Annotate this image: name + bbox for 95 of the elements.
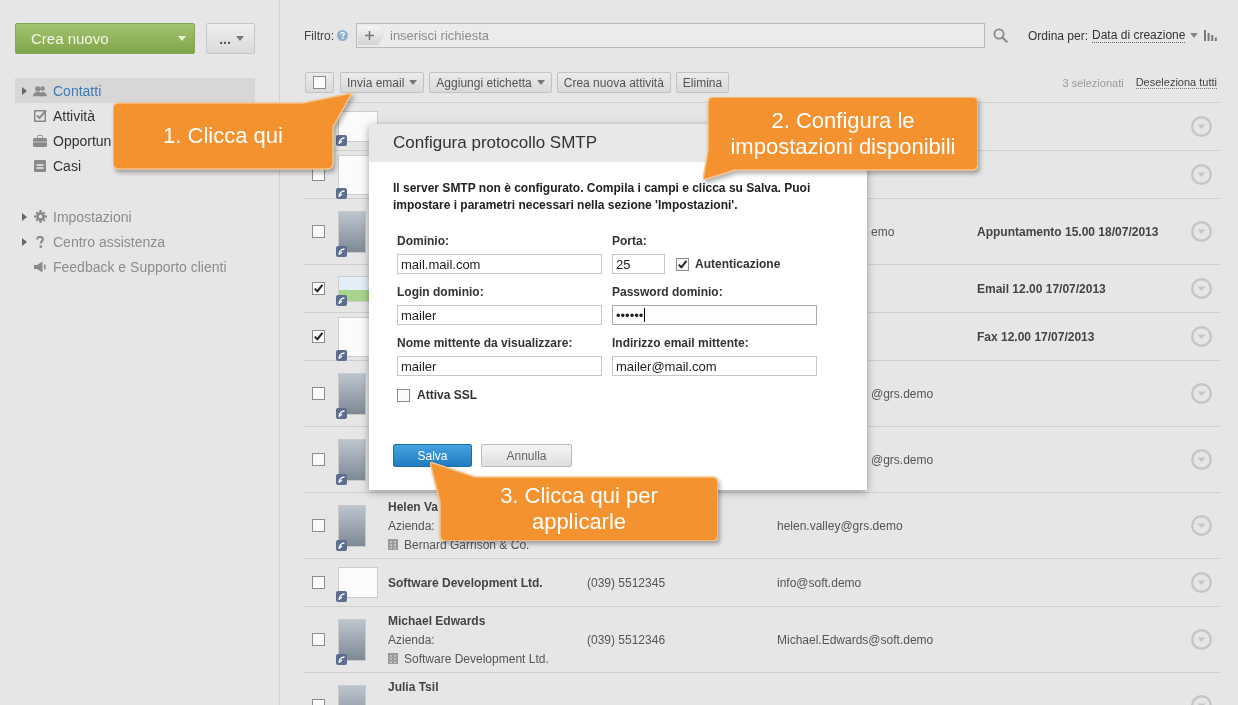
save-button[interactable]: Salva [393,444,472,467]
corner-badge-icon [336,539,347,551]
select-all-checkbox[interactable] [313,76,326,89]
domain-field[interactable]: mail.mail.com [397,254,602,274]
email-text: @grs.demo [871,452,934,467]
email-text: @grs.demo [871,386,934,401]
field-label: Login dominio: [397,285,484,299]
sender-email-field[interactable]: mailer@mail.com [612,356,817,376]
row-checkbox[interactable] [312,387,325,400]
dialog-message: Il server SMTP non è configurato. Compila i campi e clicca su Salva. Puoi impostare i parametri necessari nella sezione 'Impostazioni'. [393,180,812,214]
corner-badge-icon [336,349,347,361]
notepad-icon [34,159,46,172]
more-button[interactable]: ... [206,23,255,54]
new-activity-button[interactable]: Crea nuova attività [556,72,671,93]
help-icon[interactable] [337,30,348,41]
sort-label: Ordina per: [1028,28,1089,43]
email-text: helen.valley@grs.demo [777,518,903,533]
sender-name-field[interactable]: mailer [397,356,602,376]
caret-down-icon [178,36,186,41]
triangle-right-icon[interactable] [22,237,27,246]
row-checkbox[interactable] [312,225,325,238]
deselect-link[interactable]: Deseleziona tutti [1135,76,1217,89]
plus-icon [364,31,374,40]
contact-name[interactable]: Helen Va [388,499,439,514]
cancel-button[interactable]: Annulla [481,444,572,467]
row-checkbox[interactable] [312,453,325,466]
triangle-right-icon[interactable] [22,86,27,95]
question-mark-icon [36,235,44,248]
corner-badge-icon [336,245,347,257]
add-tag-button[interactable]: Aggiungi etichetta [429,72,552,93]
add-filter-button[interactable] [358,26,384,45]
ssl-checkbox[interactable] [397,388,410,402]
checked-box-icon [33,109,47,122]
building-icon [388,539,398,550]
gear-icon [33,210,47,223]
search-icon[interactable] [993,28,1008,43]
field-label: Dominio: [397,234,449,248]
send-email-button[interactable]: Invia email [340,72,425,93]
row-checkbox[interactable] [312,330,325,343]
field-label: Nome mittente da visualizzare: [397,336,573,350]
contact-name[interactable]: Michael Edwards [388,613,486,628]
corner-badge-icon [336,294,347,306]
port-field[interactable]: 25 [612,254,665,274]
row-checkbox[interactable] [312,633,325,646]
corner-badge-icon [336,653,347,665]
auth-checkbox[interactable] [676,257,689,271]
sort-link[interactable]: Data di creazione [1092,28,1186,43]
nav-item[interactable]: Opportun [15,128,114,153]
company-name[interactable]: Software Development Ltd. [388,575,543,590]
activity-text: Fax 12.00 17/07/2013 [977,329,1095,344]
corner-badge-icon [336,591,347,602]
row-checkbox[interactable] [312,282,325,295]
company-name[interactable]: Software Development Ltd. [404,651,549,666]
field-label: Indirizzo email mittente: [612,336,749,350]
bars-icon[interactable] [1204,30,1218,41]
corner-badge-icon [336,473,347,485]
phone-text: (039) 5512345 [587,575,666,590]
contact-name[interactable]: Julia Tsil [388,679,439,694]
filter-label: Filtro: [304,28,334,43]
callout-text: 2. Configura le impostazioni disponibili [730,107,956,159]
corner-badge-icon [336,187,347,199]
row-checkbox[interactable] [312,519,325,532]
password-field[interactable]: •••••• [612,305,817,325]
email-text: info@soft.demo [777,575,862,590]
briefcase-icon [33,134,47,147]
activity-text: Email 12.00 17/07/2013 [977,281,1106,296]
corner-badge-icon [336,135,347,146]
company-label: Azienda: [388,632,435,647]
phone-text: (039) 5512346 [587,632,666,647]
company-label: Azienda: [388,518,435,533]
text-cursor-icon [644,308,646,322]
nav-item[interactable]: Casi [15,153,83,178]
dialog-title: Configura protocollo SMTP [393,133,598,153]
corner-badge-icon [336,407,347,419]
callout-text: 3. Clicca qui per applicarle [500,483,658,534]
delete-button[interactable]: Elimina [675,72,730,93]
caret-down-icon [235,36,244,41]
building-icon [388,653,398,664]
field-label: Password dominio: [612,285,723,299]
login-field[interactable]: mailer [397,305,602,325]
triangle-right-icon[interactable] [22,212,27,221]
activity-text: Appuntamento 15.00 18/07/2013 [977,224,1159,239]
email-text: emo [871,224,895,239]
megaphone-icon [33,260,47,273]
checkbox-label: Autenticazione [695,257,781,271]
people-icon [33,84,47,97]
email-text: Michael.Edwards@soft.demo [777,632,934,647]
select-all-button[interactable] [305,72,334,93]
callout-text: 1. Clicca qui [163,123,283,148]
row-checkbox[interactable] [312,576,325,589]
caret-down-icon[interactable] [1190,33,1199,38]
field-label: Porta: [612,234,647,248]
selection-count: 3 selezionati [1062,76,1124,89]
checkbox-label: Attiva SSL [417,388,477,402]
nav-item[interactable]: Attività [15,103,97,128]
